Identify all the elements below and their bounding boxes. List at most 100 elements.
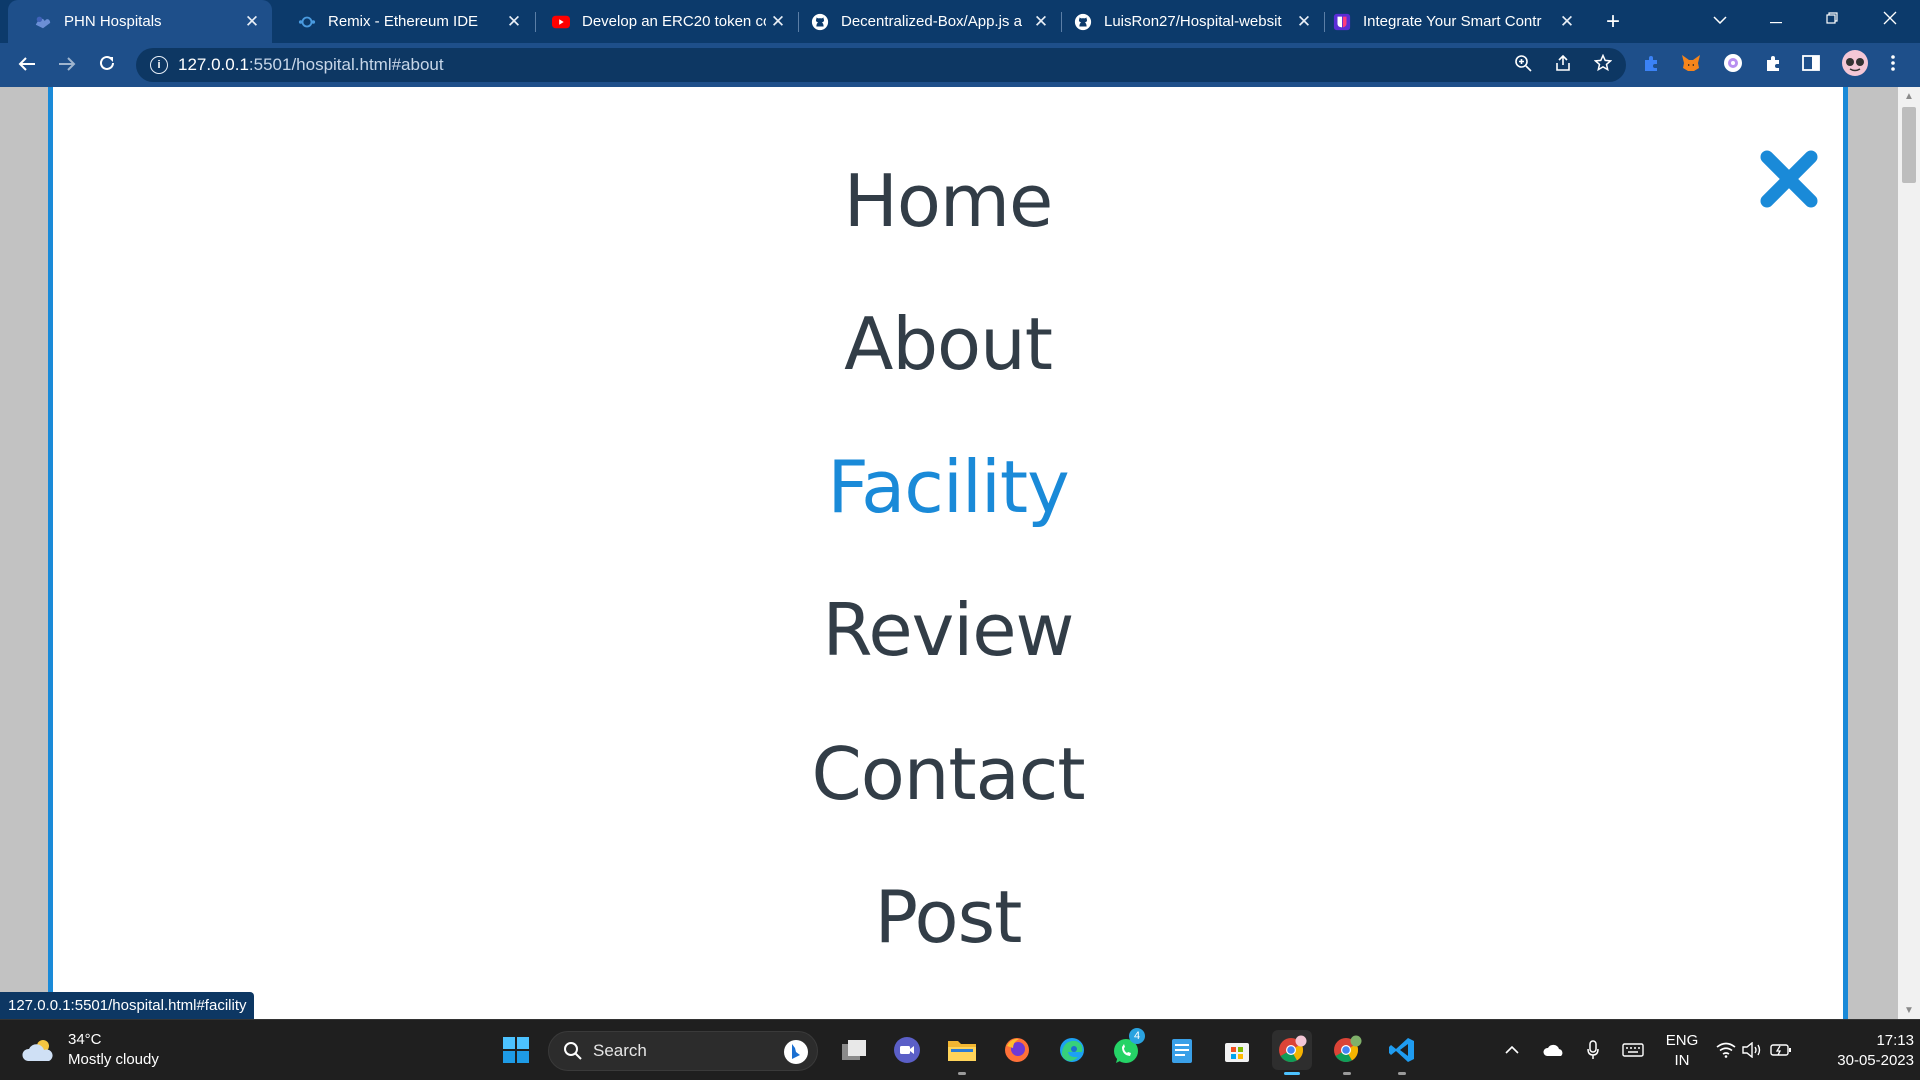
kebab-menu-icon: [1891, 54, 1895, 76]
taskbar-search[interactable]: Search: [548, 1031, 818, 1071]
chevron-down-icon: [1713, 11, 1727, 29]
onedrive-tray[interactable]: [1538, 1030, 1570, 1070]
extensions-button[interactable]: [1760, 52, 1786, 78]
microphone-tray[interactable]: [1580, 1030, 1606, 1070]
scrollbar-thumb[interactable]: [1902, 107, 1916, 183]
avatar: [1841, 49, 1869, 82]
scroll-up-arrow-icon[interactable]: ▲: [1898, 87, 1920, 105]
minimize-icon: [1770, 11, 1782, 29]
weather-widget[interactable]: 34°C Mostly cloudy: [22, 1030, 159, 1070]
nav-link-home[interactable]: Home: [53, 159, 1843, 243]
restore-button[interactable]: [1804, 0, 1860, 40]
tab-remix[interactable]: Remix - Ethereum IDE ✕: [272, 0, 534, 43]
language-indicator[interactable]: ENG IN: [1664, 1031, 1700, 1071]
nav-link-review[interactable]: Review: [53, 588, 1843, 672]
puzzle-icon: [1764, 54, 1782, 77]
whatsapp-button[interactable]: 4: [1107, 1028, 1147, 1070]
back-button[interactable]: [12, 50, 42, 80]
nav-link-post[interactable]: Post: [53, 875, 1843, 959]
store-icon: [1225, 1043, 1249, 1062]
nav-link-facility[interactable]: Facility: [53, 445, 1843, 529]
side-panel-icon: [1802, 54, 1820, 76]
github-icon: [1074, 13, 1092, 31]
language-code: ENG: [1665, 1032, 1699, 1049]
notepad-button[interactable]: [1162, 1030, 1202, 1070]
metamask-extension[interactable]: [1678, 52, 1704, 78]
vertical-scrollbar[interactable]: ▲ ▼: [1898, 87, 1920, 1019]
tab-title: PHN Hospitals: [64, 13, 162, 30]
search-icon: [563, 1041, 583, 1061]
touch-keyboard-tray[interactable]: [1616, 1030, 1650, 1070]
region-code: IN: [1674, 1052, 1690, 1069]
system-clock[interactable]: 17:13 30-05-2023: [1808, 1031, 1914, 1071]
forward-button[interactable]: [52, 50, 82, 80]
close-tab-icon[interactable]: ✕: [240, 10, 264, 34]
share-icon: [1554, 54, 1572, 77]
page-viewport: Home About Facility Review Contact Post …: [0, 87, 1920, 1019]
scroll-down-arrow-icon[interactable]: ▼: [1898, 1001, 1920, 1019]
firefox-button[interactable]: [997, 1030, 1037, 1070]
vscode-button[interactable]: [1382, 1030, 1422, 1075]
quick-settings-tray[interactable]: [1714, 1030, 1794, 1070]
close-tab-icon[interactable]: ✕: [502, 10, 526, 34]
side-panel-button[interactable]: [1798, 52, 1824, 78]
puzzle-extension-blue[interactable]: [1638, 52, 1664, 78]
minimize-button[interactable]: [1748, 0, 1804, 40]
teams-chat-button[interactable]: [887, 1030, 927, 1070]
github-icon: [811, 13, 829, 31]
edge-button[interactable]: [1052, 1030, 1092, 1070]
reload-button[interactable]: [92, 50, 122, 80]
tab-youtube-erc20[interactable]: Develop an ERC20 token co ✕: [536, 0, 798, 43]
show-hidden-icons-button[interactable]: [1498, 1030, 1526, 1070]
close-window-button[interactable]: [1862, 0, 1918, 40]
task-view-button[interactable]: [834, 1030, 874, 1070]
chrome-button-second-profile[interactable]: [1327, 1030, 1367, 1075]
battery-charging-icon: [1770, 1044, 1791, 1056]
zoom-button[interactable]: [1506, 48, 1540, 82]
tab-phn-hospitals[interactable]: PHN Hospitals ✕: [8, 0, 272, 43]
keyboard-icon: [1622, 1043, 1644, 1057]
cloudy-weather-icon: [22, 1037, 56, 1063]
notification-badge: 4: [1129, 1028, 1145, 1044]
url-host: 127.0.0.1: [178, 55, 249, 74]
close-tab-icon[interactable]: ✕: [1555, 10, 1579, 34]
volume-icon: [1742, 1042, 1761, 1058]
url-path: :5501/hospital.html#about: [248, 55, 444, 74]
tab-search-button[interactable]: [1692, 0, 1748, 40]
arrow-left-icon: [18, 52, 36, 78]
bookmark-button[interactable]: [1586, 48, 1620, 82]
browser-toolbar: i 127.0.0.1:5501/hospital.html#about: [0, 43, 1920, 87]
store-button[interactable]: [1217, 1030, 1257, 1070]
weather-temperature: 34°C: [68, 1031, 102, 1048]
ud-icon: [1333, 13, 1351, 31]
remix-icon: [298, 13, 316, 31]
bing-icon: [783, 1039, 809, 1065]
close-tab-icon[interactable]: ✕: [1029, 10, 1053, 34]
nav-link-about[interactable]: About: [53, 302, 1843, 386]
edge-icon: [1060, 1038, 1084, 1062]
tab-github-decentralized-box[interactable]: Decentralized-Box/App.js a ✕: [799, 0, 1061, 43]
start-button[interactable]: [496, 1030, 536, 1070]
tab-github-hospital-website[interactable]: LuisRon27/Hospital-websit ✕: [1062, 0, 1324, 43]
tab-integrate-smart-contract[interactable]: Integrate Your Smart Contr ✕: [1325, 0, 1587, 43]
share-button[interactable]: [1546, 48, 1580, 82]
chrome-button-active[interactable]: [1272, 1030, 1312, 1075]
video-chat-icon: [894, 1037, 920, 1063]
close-tab-icon[interactable]: ✕: [766, 10, 790, 34]
address-bar[interactable]: i 127.0.0.1:5501/hospital.html#about: [136, 48, 1626, 82]
chrome-menu-button[interactable]: [1880, 52, 1906, 78]
youtube-icon: [552, 13, 570, 31]
folder-icon: [948, 1041, 976, 1061]
new-tab-button[interactable]: +: [1598, 7, 1628, 37]
web3-extension[interactable]: [1720, 52, 1746, 78]
nav-link-contact[interactable]: Contact: [53, 732, 1843, 816]
close-tab-icon[interactable]: ✕: [1292, 10, 1316, 34]
cloud-icon: [1543, 1044, 1563, 1056]
microphone-icon: [1587, 1040, 1599, 1059]
mobile-nav-menu: Home About Facility Review Contact Post: [48, 87, 1848, 1019]
restore-icon: [1826, 11, 1838, 29]
profile-button[interactable]: [1840, 49, 1870, 82]
tab-title: Decentralized-Box/App.js a: [841, 13, 1022, 30]
file-explorer-button[interactable]: [942, 1030, 982, 1075]
info-icon[interactable]: i: [150, 56, 168, 74]
